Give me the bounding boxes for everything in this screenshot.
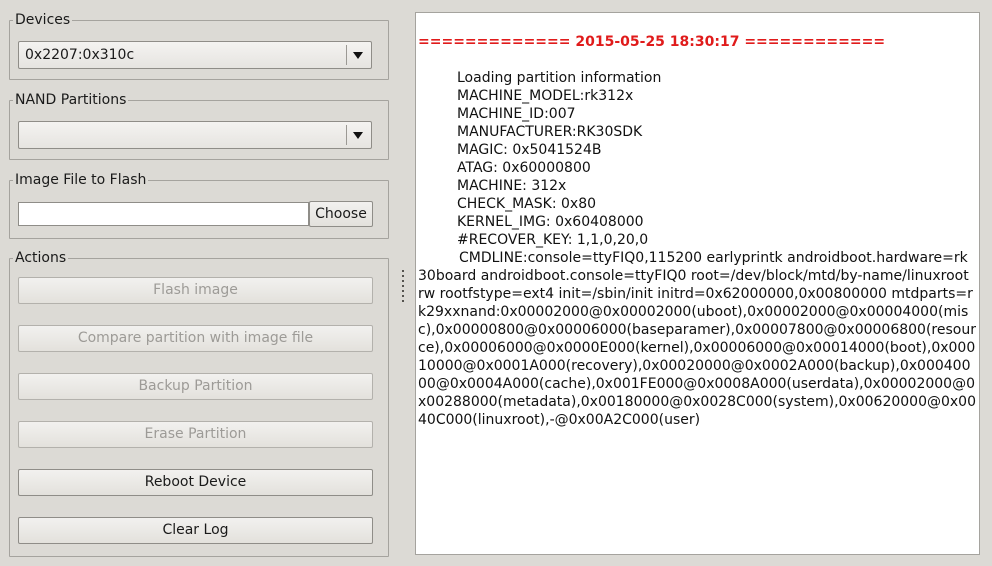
log-line: KERNEL_IMG: 0x60408000 [457, 214, 644, 230]
clear-log-button[interactable]: Clear Log [18, 517, 373, 544]
log-line: ATAG: 0x60000800 [457, 160, 591, 176]
combobox-separator [346, 45, 347, 65]
devices-combobox-value: 0x2207:0x310c [25, 47, 135, 63]
nand-partitions-group-title: NAND Partitions [13, 91, 129, 109]
splitter-handle[interactable] [401, 270, 404, 302]
log-line: MANUFACTURER:RK30SDK [457, 124, 643, 140]
actions-group-title: Actions [13, 249, 69, 267]
image-file-group-title: Image File to Flash [13, 171, 149, 189]
nand-partitions-combobox[interactable] [18, 121, 372, 149]
devices-group: Devices 0x2207:0x310c [9, 11, 389, 80]
log-line: MAGIC: 0x5041524B [457, 142, 602, 158]
log-line: MACHINE_MODEL:rk312x [457, 88, 634, 104]
log-line: #RECOVER_KEY: 1,1,0,20,0 [457, 232, 649, 248]
choose-file-button[interactable]: Choose [309, 201, 373, 227]
log-line: MACHINE_ID:007 [457, 106, 576, 122]
compare-partition-button[interactable]: Compare partition with image file [18, 325, 373, 352]
log-timestamp-header: ============= 2015-05-25 18:30:17 ======… [418, 34, 886, 50]
devices-group-title: Devices [13, 11, 73, 29]
combobox-separator [346, 125, 347, 145]
log-body: Loading partition information MACHINE_MO… [416, 69, 976, 429]
devices-combobox[interactable]: 0x2207:0x310c [18, 41, 372, 69]
image-file-group: Image File to Flash Choose [9, 171, 389, 239]
actions-group: Actions Flash image Compare partition wi… [9, 249, 389, 557]
backup-partition-button[interactable]: Backup Partition [18, 373, 373, 400]
log-output-pane[interactable]: ============= 2015-05-25 18:30:17 ======… [415, 12, 980, 555]
chevron-down-icon[interactable] [353, 132, 363, 139]
image-file-path-input[interactable] [18, 202, 309, 226]
flash-image-button[interactable]: Flash image [18, 277, 373, 304]
reboot-device-button[interactable]: Reboot Device [18, 469, 373, 496]
log-line: MACHINE: 312x [457, 178, 567, 194]
log-cmdline: CMDLINE:console=ttyFIQ0,115200 earlyprin… [418, 250, 976, 428]
chevron-down-icon[interactable] [353, 52, 363, 59]
erase-partition-button[interactable]: Erase Partition [18, 421, 373, 448]
log-line: Loading partition information [457, 70, 662, 86]
log-line: CHECK_MASK: 0x80 [457, 196, 597, 212]
nand-partitions-group: NAND Partitions [9, 91, 389, 160]
